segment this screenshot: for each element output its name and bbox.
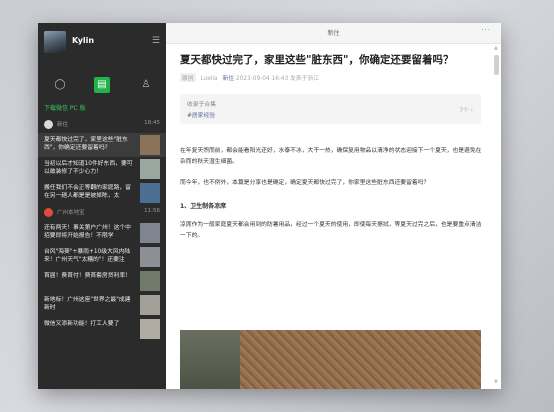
wechat-window: Kylin ☰ ◯ ▤ ♙ 下载微信 PC 版 新住 18:45 夏天都快过完了… [38, 23, 501, 389]
account-icon [44, 120, 53, 129]
list-item-thumbnail [140, 223, 160, 243]
scroll-thumb[interactable] [494, 55, 499, 75]
account-icon [44, 208, 53, 217]
article-image-shadow [180, 330, 240, 389]
menu-icon[interactable]: ☰ [152, 36, 160, 46]
collection-tag[interactable]: #居家经验 [187, 110, 215, 119]
scroll-down-icon[interactable]: ▼ [494, 379, 498, 385]
collection-card[interactable]: 收录于合集 #居家经验 7个 › [180, 94, 481, 124]
list-item[interactable]: 首届！费首付！费首套房贷利率！ [38, 269, 166, 293]
article: 夏天都快过完了，家里这些"脏东西"，你确定还要留着吗？ 原创 Luella 新住… [180, 53, 485, 242]
article-author: Luella [200, 76, 218, 82]
list-item-title: 搬任我们不会正等翻的家庭路，留在另一趟人都是是被掉陈，太 [44, 185, 131, 199]
list-item-thumbnail [140, 247, 160, 267]
contacts-icon[interactable]: ♙ [138, 77, 154, 93]
paragraph: 凉席作为一般家庭夏天都会用到的防暑用品，经过一个夏天的使用，即使每天擦拭，等夏天… [180, 222, 482, 239]
window-title: 新住 [327, 30, 340, 37]
list-item[interactable]: 微信又添新功能！打工人要了 [38, 317, 166, 341]
list-item[interactable]: 台风"海葵"+暴雨+10级大风内陆来！广州天气"太糟的"！还要注 [38, 245, 166, 269]
title-bar: 新住 ··· [166, 23, 501, 44]
list-item-thumbnail [140, 319, 160, 339]
account-name: 新住 [57, 122, 69, 128]
list-item-title: 微信又添新功能！打工人要了 [44, 321, 120, 327]
list-item-title: 首届！费首付！费首套房贷利率！ [44, 273, 131, 279]
list-item-title: 还有两天！事关第户广州！这个中招要即将开始报告！不限学 [44, 225, 131, 239]
account-header[interactable]: 广州本地宝 11:56 [38, 205, 166, 221]
list-item-thumbnail [140, 271, 160, 291]
list-item-title: 夏天都快过完了，家里这些"脏东西"，你确定还要留着吗？ [44, 137, 128, 151]
list-item[interactable]: 搬任我们不会正等翻的家庭路，留在另一趟人都是是被掉陈，太 [38, 181, 166, 205]
list-item-thumbnail [140, 295, 160, 315]
paragraph: 在年复天煦而前，都会能看阳光还好，水泰不冰，大干一热，确保复用物品以清净的状态迎… [180, 148, 482, 165]
article-list: 新住 18:45 夏天都快过完了，家里这些"脏东西"，你确定还要留着吗？ 当初以… [38, 117, 166, 341]
collection-count: 7个 › [459, 108, 473, 114]
list-item[interactable]: 还有两天！事关第户广州！这个中招要即将开始报告！不限学 [38, 221, 166, 245]
account-time: 11:56 [144, 208, 160, 214]
article-location: 发表于浙江 [290, 76, 319, 82]
article-date: 2023-09-04 16:43 [235, 76, 289, 82]
account-header[interactable]: 新住 18:45 [38, 117, 166, 133]
download-pc-link[interactable]: 下载微信 PC 版 [44, 103, 86, 112]
account-name: 广州本地宝 [57, 210, 85, 216]
list-item[interactable]: 当初以后才知道10件好东西，要可以敢装修了不少心力！ [38, 157, 166, 181]
chat-icon[interactable]: ◯ [52, 77, 68, 93]
list-item-thumbnail [140, 135, 160, 155]
list-item-title: 当初以后才知道10件好东西，要可以敢装修了不少心力！ [44, 161, 133, 175]
list-item[interactable]: 夏天都快过完了，家里这些"脏东西"，你确定还要留着吗？ [38, 133, 166, 157]
username: Kylin [72, 36, 95, 45]
article-image [180, 330, 481, 389]
scrollbar[interactable]: ▲ ▼ [494, 45, 499, 385]
avatar[interactable] [44, 31, 66, 53]
list-item-thumbnail [140, 159, 160, 179]
sidebar: Kylin ☰ ◯ ▤ ♙ 下载微信 PC 版 新住 18:45 夏天都快过完了… [38, 23, 166, 389]
article-meta: 原创 Luella 新住 2023-09-04 16:43 发表于浙江 [180, 73, 485, 82]
list-item-title: 新地标！广州这座"世界之最"成建新时 [44, 297, 131, 311]
list-item-thumbnail [140, 183, 160, 203]
scroll-up-icon[interactable]: ▲ [494, 45, 498, 51]
collection-label: 收录于合集 [187, 102, 216, 108]
list-item[interactable]: 新地标！广州这座"世界之最"成建新时 [38, 293, 166, 317]
sidebar-nav: ◯ ▤ ♙ [38, 75, 166, 97]
article-pane: 新住 ··· 夏天都快过完了，家里这些"脏东西"，你确定还要留着吗？ 原创 Lu… [166, 23, 501, 389]
list-item-title: 台风"海葵"+暴雨+10级大风内陆来！广州天气"太糟的"！还要注 [44, 249, 131, 263]
more-options-icon[interactable]: ··· [481, 26, 491, 34]
account-time: 18:45 [144, 120, 160, 126]
section-heading: 1、卫生制各凉席 [180, 203, 227, 210]
articles-icon[interactable]: ▤ [94, 77, 110, 93]
paragraph: 而今年，也不例外，本篇是分享也是确定，确定夏天都快过完了，你家里这些脏东西还要留… [180, 180, 430, 186]
article-account-link[interactable]: 新住 [222, 76, 234, 82]
original-badge: 原创 [180, 73, 196, 82]
profile[interactable]: Kylin ☰ [44, 31, 160, 57]
article-title: 夏天都快过完了，家里这些"脏东西"，你确定还要留着吗？ [180, 54, 454, 66]
